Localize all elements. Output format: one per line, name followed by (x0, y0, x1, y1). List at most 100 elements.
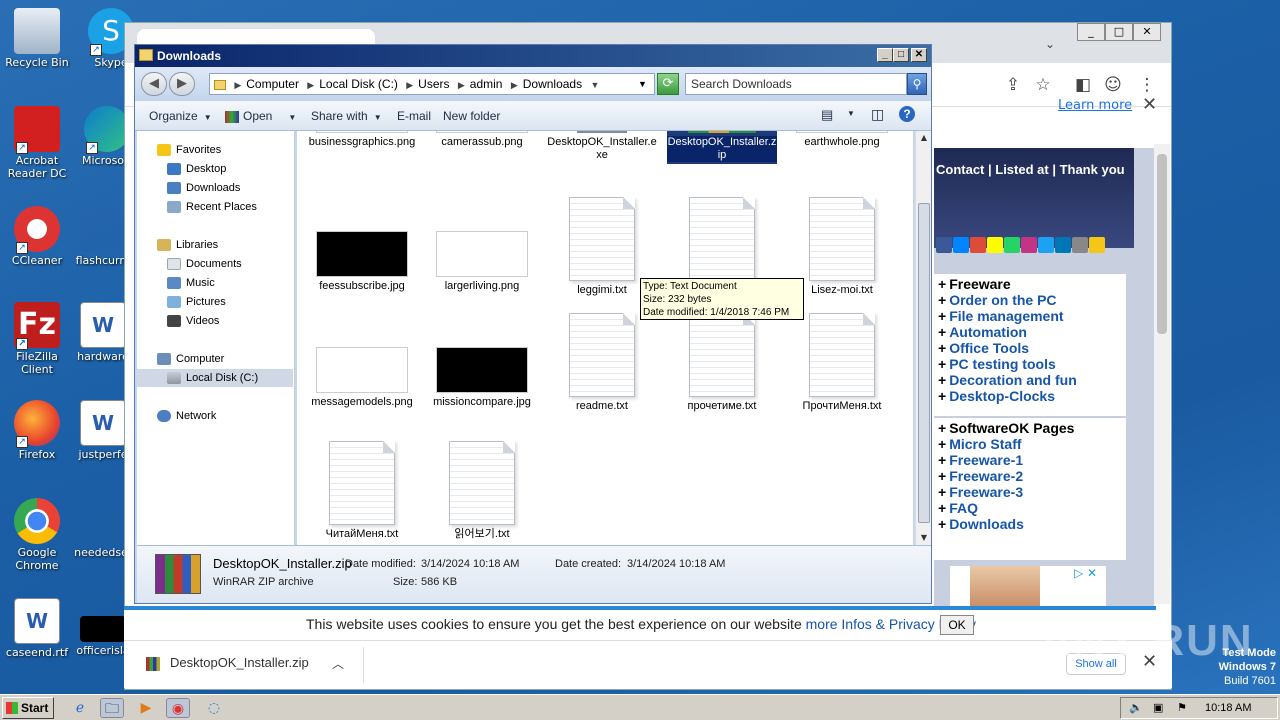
explorer-icon[interactable]: 🗀 (100, 698, 124, 718)
start-button[interactable]: Start (2, 697, 54, 719)
messenger-icon[interactable] (953, 237, 969, 253)
menu-link[interactable]: + Freeware-2 (938, 468, 1122, 484)
nav-network[interactable]: Network (137, 407, 293, 425)
file-item[interactable]: businessgraphics.png (307, 131, 417, 149)
change-view-icon[interactable]: ▤ (821, 107, 833, 123)
menu-link[interactable]: + Downloads (938, 516, 1122, 532)
menu-link[interactable]: + File management (938, 308, 1122, 324)
maximize-button[interactable]: □ (893, 48, 909, 62)
nav-videos[interactable]: Videos (137, 312, 293, 330)
file-item[interactable]: ЧитайМеня.txt (307, 441, 417, 541)
breadcrumb-item[interactable]: Downloads (523, 77, 582, 91)
help-icon[interactable]: ? (899, 106, 915, 122)
menu-link[interactable]: + PC testing tools (938, 356, 1122, 372)
menu-link[interactable]: + FAQ (938, 500, 1122, 516)
menu-link[interactable]: + Freeware-1 (938, 452, 1122, 468)
chevron-up-icon[interactable]: ︿ (332, 655, 344, 672)
back-button[interactable]: ◀ (141, 72, 167, 96)
minimize-button[interactable]: _ (1077, 23, 1105, 41)
file-item[interactable]: DesktopOK_Installer.exe (547, 131, 657, 162)
download-item[interactable]: DesktopOK_Installer.zip (146, 655, 309, 671)
scroll-up-icon[interactable]: ▲ (916, 131, 932, 145)
file-item[interactable]: feessubscribe.jpg (307, 219, 417, 293)
open-button[interactable]: Open ▼ (225, 109, 296, 123)
snapchat-icon[interactable] (987, 237, 1003, 253)
menu-link[interactable]: + Micro Staff (938, 436, 1122, 452)
breadcrumb[interactable]: ▶ Computer ▶ Local Disk (C:) ▶ Users ▶ admin… (209, 73, 655, 95)
scrollbar-thumb[interactable] (918, 203, 930, 523)
ad-box[interactable]: ▷ ✕ (950, 566, 1106, 606)
edge-icon[interactable]: ◌ (202, 698, 226, 718)
desktop-icon-firefox[interactable]: ↗ Firefox (0, 400, 74, 461)
menu-link[interactable]: + Order on the PC (938, 292, 1122, 308)
nav-downloads[interactable]: Downloads (137, 179, 293, 197)
file-item[interactable]: прочетиме.txt (667, 313, 777, 413)
ad-choices-icon[interactable]: ▷ ✕ (1074, 566, 1097, 580)
cookie-ok-button[interactable]: OK (940, 615, 974, 635)
file-item[interactable]: messagemodels.png (307, 335, 417, 409)
file-item[interactable]: readme.txt (547, 313, 657, 413)
scroll-down-icon[interactable]: ▼ (916, 531, 932, 545)
address-dropdown-icon[interactable]: ▼ (638, 74, 647, 94)
desktop-icon-recycle-bin[interactable]: Recycle Bin (0, 8, 74, 69)
file-item[interactable]: ПрочтиМеня.txt (787, 313, 897, 413)
preview-pane-icon[interactable]: ◫ (871, 106, 884, 123)
nav-recent-places[interactable]: Recent Places (137, 198, 293, 216)
file-item[interactable]: 읽어보기.txt (427, 441, 537, 541)
whatsapp-icon[interactable] (1004, 237, 1020, 253)
breadcrumb-item[interactable]: Local Disk (C:) (319, 77, 398, 91)
linkedin-icon[interactable] (1055, 237, 1071, 253)
close-button[interactable]: ✕ (1133, 23, 1161, 41)
menu-link[interactable]: + Office Tools (938, 340, 1122, 356)
desktop-icon-caseend[interactable]: W caseend.rtf (0, 598, 74, 659)
file-item-selected[interactable]: DesktopOK_Installer.zip (667, 131, 777, 164)
maximize-button[interactable]: □ (1105, 23, 1133, 41)
nav-local-disk[interactable]: Local Disk (C:) (137, 369, 293, 387)
file-item[interactable]: camerassub.png (427, 131, 537, 149)
instagram-icon[interactable] (1021, 237, 1037, 253)
desktop-icon-chrome[interactable]: Google Chrome (0, 498, 74, 572)
desktop-icon-ccleaner[interactable]: ↗ CCleaner (0, 206, 74, 267)
menu-link[interactable]: + Desktop-Clocks (938, 388, 1122, 404)
ie-icon[interactable]: ℯ (68, 698, 92, 718)
tab-list-chevron-icon[interactable]: ⌄ (1045, 37, 1055, 51)
nav-favorites[interactable]: Favorites (137, 141, 293, 159)
nav-music[interactable]: Music (137, 274, 293, 292)
breadcrumb-item[interactable]: admin (470, 77, 503, 91)
close-button[interactable]: ✕ (911, 48, 927, 62)
search-icon[interactable]: ⚲ (907, 73, 927, 95)
twitter-icon[interactable] (1038, 237, 1054, 253)
site-nav-links[interactable]: Contact | Listed at | Thank you (936, 162, 1125, 177)
nav-documents[interactable]: Documents (137, 255, 293, 273)
file-item[interactable]: missioncompare.jpg (427, 335, 537, 409)
share-with-button[interactable]: Share with ▼ (311, 109, 382, 123)
refresh-icon[interactable]: ⟳ (657, 73, 679, 95)
nav-computer[interactable]: Computer (137, 350, 293, 368)
file-item[interactable]: largerliving.png (427, 219, 537, 293)
action-center-icon[interactable]: ⚑ (1177, 698, 1187, 718)
search-input[interactable]: Search Downloads (685, 73, 907, 95)
nav-desktop[interactable]: Desktop (137, 160, 293, 178)
file-list-scrollbar[interactable]: ▲ ▼ (915, 131, 931, 545)
desktop-icon-acrobat[interactable]: ↗ Acrobat Reader DC (0, 106, 74, 180)
breadcrumb-item[interactable]: Users (418, 77, 449, 91)
file-item[interactable]: earthwhole.png (787, 131, 897, 149)
organize-button[interactable]: Organize ▼ (149, 109, 212, 123)
network-tray-icon[interactable]: ▣ (1153, 698, 1163, 718)
media-player-icon[interactable]: ▶ (134, 698, 158, 718)
menu-link[interactable]: + Automation (938, 324, 1122, 340)
forward-button[interactable]: ▶ (169, 72, 195, 96)
print-icon[interactable] (1072, 237, 1088, 253)
clock[interactable]: 10:18 AM (1205, 698, 1251, 718)
menu-link[interactable]: + Freeware-3 (938, 484, 1122, 500)
breadcrumb-item[interactable]: Computer (246, 77, 299, 91)
nav-libraries[interactable]: Libraries (137, 236, 293, 254)
facebook-icon[interactable] (936, 237, 952, 253)
menu-link[interactable]: + Decoration and fun (938, 372, 1122, 388)
favorite-star-icon[interactable] (1089, 237, 1105, 253)
new-folder-button[interactable]: New folder (443, 109, 500, 123)
email-button[interactable]: E-mail (397, 109, 431, 123)
chrome-icon[interactable]: ◉ (166, 698, 190, 718)
nav-pictures[interactable]: Pictures (137, 293, 293, 311)
learn-more-link[interactable]: Learn more (1058, 98, 1132, 113)
